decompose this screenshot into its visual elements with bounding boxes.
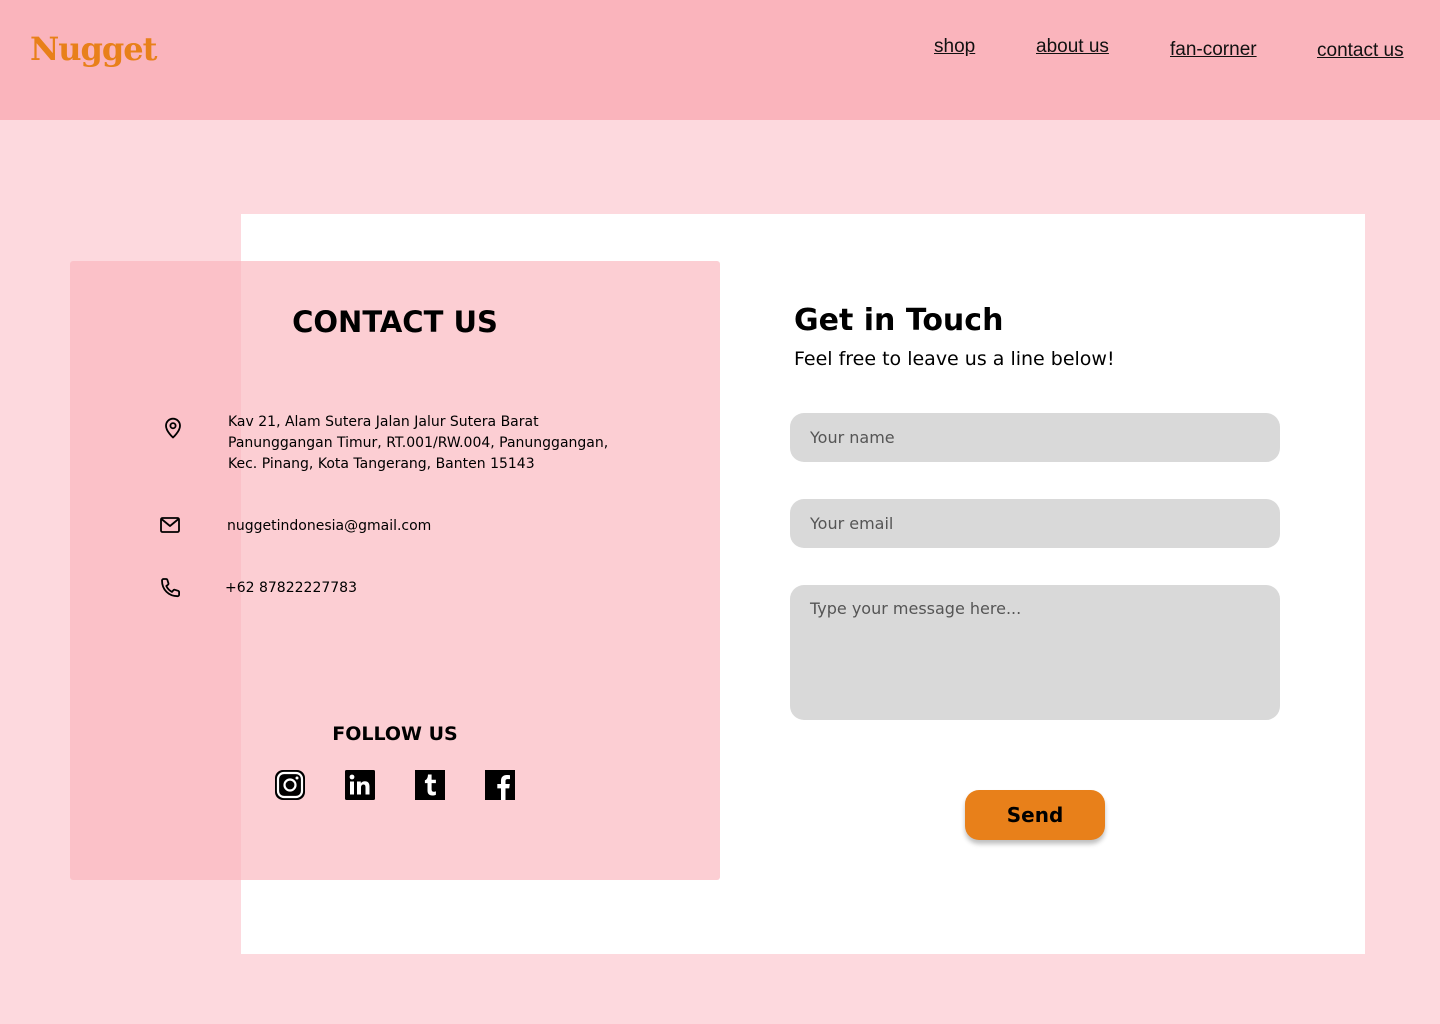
instagram-icon[interactable] (274, 769, 306, 801)
email-text[interactable]: nuggetindonesia@gmail.com (227, 516, 431, 537)
tumblr-icon[interactable] (414, 769, 446, 801)
contact-info-panel: CONTACT US Kav 21, Alam Sutera Jalan Jal… (70, 261, 720, 880)
address-text: Kav 21, Alam Sutera Jalan Jalur Sutera B… (228, 412, 608, 475)
address-line-2: Panunggangan Timur, RT.001/RW.004, Panun… (228, 435, 609, 451)
brand-logo[interactable]: Nugget (30, 30, 157, 68)
address-line-3: Kec. Pinang, Kota Tangerang, Banten 1514… (228, 456, 535, 472)
message-textarea[interactable] (790, 585, 1280, 720)
contact-title: CONTACT US (292, 305, 498, 339)
facebook-icon[interactable] (484, 769, 516, 801)
site-header: Nugget shop about us fan-corner contact … (0, 0, 1440, 120)
email-input[interactable] (790, 499, 1280, 548)
nav-shop-link[interactable]: shop (934, 36, 975, 58)
nav-about-link[interactable]: about us (1036, 36, 1109, 58)
form-title: Get in Touch (794, 303, 1004, 338)
name-input[interactable] (790, 413, 1280, 462)
phone-text[interactable]: +62 87822227783 (225, 578, 357, 599)
location-pin-icon (165, 417, 181, 439)
nav-fan-corner-link[interactable]: fan-corner (1170, 39, 1257, 61)
follow-us-title: FOLLOW US (332, 723, 458, 745)
send-button[interactable]: Send (965, 790, 1105, 840)
nav-contact-link[interactable]: contact us (1317, 40, 1404, 62)
form-subtitle: Feel free to leave us a line below! (794, 348, 1115, 370)
linkedin-icon[interactable] (344, 769, 376, 801)
phone-icon (161, 578, 180, 598)
address-line-1: Kav 21, Alam Sutera Jalan Jalur Sutera B… (228, 414, 539, 430)
mail-icon (160, 517, 180, 533)
